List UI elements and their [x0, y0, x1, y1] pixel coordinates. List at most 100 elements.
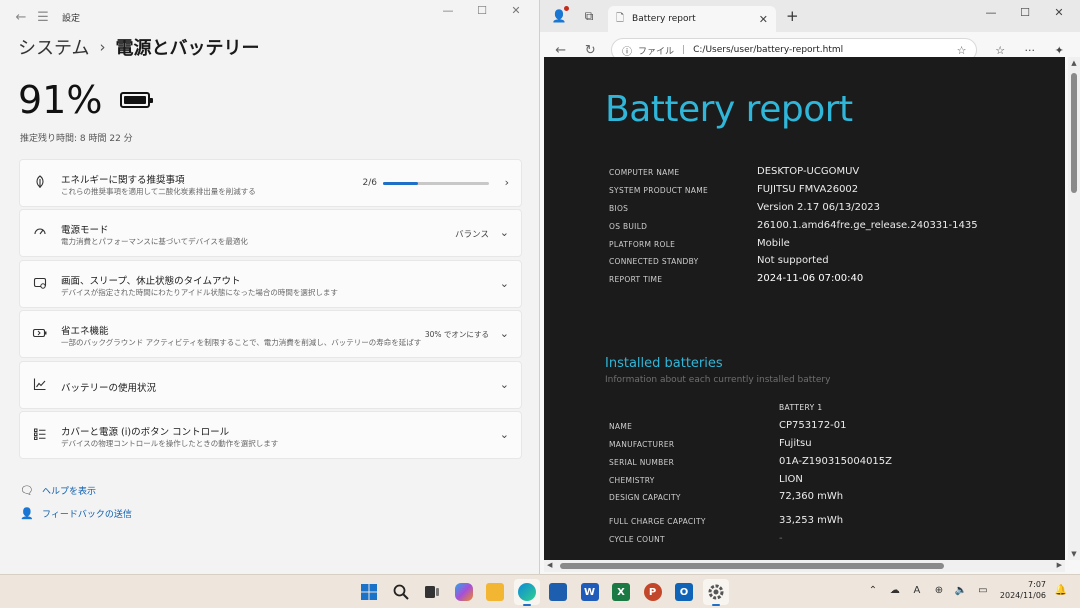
section-title: Installed batteries [605, 356, 723, 371]
settings-gear-icon[interactable] [702, 579, 729, 606]
battery-key: NAME [609, 422, 633, 431]
tab-battery-report[interactable]: 🗋 Battery report ✕ [608, 6, 776, 32]
profile-avatar-icon[interactable]: 👤 [546, 3, 572, 29]
battery-value: 72,360 mWh [779, 491, 844, 502]
chart-icon [32, 377, 48, 393]
scrollbar-thumb[interactable] [1071, 73, 1077, 193]
battery-key: DESIGN CAPACITY [609, 493, 681, 502]
url-text[interactable]: C:/Users/user/battery-report.html [693, 45, 956, 55]
progress-label: 2/6 [362, 178, 377, 188]
energy-saver-icon [32, 326, 48, 342]
battery-value: Fujitsu [779, 438, 812, 449]
search-icon[interactable] [388, 579, 414, 605]
scroll-right-icon[interactable]: ▶ [1057, 561, 1062, 569]
edge-icon[interactable] [513, 579, 540, 606]
taskbar-apps: W X P O [356, 579, 734, 606]
energy-recommendations-card[interactable]: エネルギーに関する推奨事項 これらの推奨事項を適用して二酸化炭素排出量を削減する… [19, 159, 522, 207]
tab-strip: 👤 ⧉ 🗋 Battery report ✕ + — ☐ ✕ [540, 0, 1080, 32]
volume-icon[interactable]: 🔈 [950, 585, 972, 596]
chevron-down-icon[interactable]: ⌄ [500, 428, 509, 441]
card-description: 一部のバックグラウンド アクティビティを制限することで、電力消費を削減し、バッテ… [61, 338, 422, 347]
power-mode-card[interactable]: 電源モード 電力消費とパフォーマンスに基づいてデバイスを最適化 バランス ⌄ [19, 209, 522, 257]
battery-key: CHEMISTRY [609, 476, 655, 485]
card-title: 画面、スリープ、休止状態のタイムアウト [61, 276, 241, 287]
favorite-star-icon[interactable]: ☆ [957, 44, 967, 57]
breadcrumb: システム › 電源とバッテリー [18, 34, 259, 60]
card-title: カバーと電源 (i)のボタン コントロール [61, 427, 230, 438]
windows-start-icon[interactable] [356, 579, 382, 605]
scrollbar-thumb[interactable] [560, 563, 944, 569]
battery-usage-card[interactable]: バッテリーの使用状況 ⌄ [19, 361, 522, 409]
file-explorer-icon[interactable] [482, 579, 508, 605]
close-tab-icon[interactable]: ✕ [759, 13, 768, 26]
chevron-up-icon[interactable]: ⌃ [862, 585, 884, 596]
battery-tray-icon[interactable]: ▭ [972, 585, 994, 596]
edge-window-controls: — ☐ ✕ [974, 6, 1076, 19]
power-mode-select[interactable]: バランス [455, 228, 489, 240]
battery-value: CP753172-01 [779, 420, 847, 431]
task-view-icon[interactable] [419, 579, 445, 605]
favorites-icon[interactable]: ☆ [985, 44, 1015, 57]
energy-saver-card[interactable]: 省エネ機能 一部のバックグラウンド アクティビティを制限することで、電力消費を削… [19, 310, 522, 358]
minimize-button[interactable]: — [974, 6, 1008, 19]
refresh-icon[interactable]: ↻ [576, 43, 606, 58]
battery-row: NAME CP753172-01 [609, 420, 847, 431]
help-icon: 🗨 [20, 484, 34, 497]
battery-value: 33,253 mWh [779, 515, 844, 526]
close-button[interactable]: ✕ [1042, 6, 1076, 19]
input-indicator-icon[interactable]: A [906, 585, 928, 596]
card-description: これらの推奨事項を適用して二酸化炭素排出量を削減する [61, 187, 256, 196]
vertical-scrollbar[interactable]: ▲ ▼ [1068, 57, 1080, 560]
battery-report-page: Battery report COMPUTER NAME DESKTOP-UCGO… [544, 57, 1065, 560]
clock-time: 7:07 [1028, 580, 1046, 589]
excel-icon[interactable]: X [608, 579, 634, 605]
store-icon[interactable] [545, 579, 571, 605]
battery-row: CHEMISTRY LION [609, 474, 803, 485]
scroll-left-icon[interactable]: ◀ [547, 561, 552, 569]
copilot-icon[interactable]: ✦ [1044, 44, 1074, 57]
copilot-icon[interactable] [451, 579, 477, 605]
energy-saver-threshold[interactable]: 30% でオンにする [425, 329, 489, 340]
chevron-down-icon[interactable]: ⌄ [500, 277, 509, 290]
notification-bell-icon[interactable]: 🔔 [1050, 585, 1072, 596]
info-value: Version 2.17 06/13/2023 [757, 202, 881, 213]
back-arrow-icon[interactable]: ← [10, 6, 32, 28]
outlook-icon[interactable]: O [671, 579, 697, 605]
hamburger-menu-icon[interactable]: ☰ [32, 6, 54, 28]
network-icon[interactable]: ⊕ [928, 585, 950, 596]
progress-bar [383, 181, 489, 185]
more-options-icon[interactable]: ··· [1015, 44, 1045, 57]
info-value: DESKTOP-UCGOMUV [757, 166, 860, 177]
battery-level: 91% [18, 78, 154, 122]
info-row: BIOS Version 2.17 06/13/2023 [609, 202, 881, 213]
back-arrow-icon[interactable]: ← [546, 43, 576, 58]
close-button[interactable]: ✕ [499, 4, 533, 17]
maximize-button[interactable]: ☐ [1008, 6, 1042, 19]
page-title: 電源とバッテリー [115, 38, 260, 59]
tab-actions-icon[interactable]: ⧉ [576, 9, 602, 24]
breadcrumb-system[interactable]: システム [18, 34, 89, 60]
scroll-up-icon[interactable]: ▲ [1068, 59, 1080, 67]
info-key: CONNECTED STANDBY [609, 257, 699, 266]
maximize-button[interactable]: ☐ [465, 4, 499, 17]
word-icon[interactable]: W [577, 579, 603, 605]
onedrive-icon[interactable]: ☁ [884, 585, 906, 596]
scroll-down-icon[interactable]: ▼ [1068, 550, 1080, 558]
screen-sleep-timeout-card[interactable]: 画面、スリープ、休止状態のタイムアウト デバイスが指定された時間にわたりアイドル… [19, 260, 522, 308]
info-icon[interactable]: ⓘ [622, 43, 632, 58]
clock[interactable]: 7:07 2024/11/06 [1000, 579, 1046, 601]
horizontal-scrollbar[interactable]: ◀ ▶ [544, 560, 1065, 572]
lid-power-button-card[interactable]: カバーと電源 (i)のボタン コントロール デバイスの物理コントロールを操作した… [19, 411, 522, 459]
chevron-down-icon[interactable]: ⌄ [500, 378, 509, 391]
help-link[interactable]: 🗨 ヘルプを表示 [20, 484, 96, 497]
excel-glyph: X [612, 583, 630, 601]
info-row: PLATFORM ROLE Mobile [609, 238, 790, 249]
minimize-button[interactable]: — [431, 4, 465, 17]
chevron-down-icon[interactable]: ⌄ [500, 327, 509, 340]
recommendation-progress: 2/6 [363, 178, 489, 188]
powerpoint-glyph: P [643, 583, 662, 601]
new-tab-icon[interactable]: + [786, 7, 799, 25]
feedback-link[interactable]: 👤 フィードバックの送信 [20, 507, 132, 520]
chevron-down-icon[interactable]: ⌄ [500, 226, 509, 239]
powerpoint-icon[interactable]: P [640, 579, 666, 605]
